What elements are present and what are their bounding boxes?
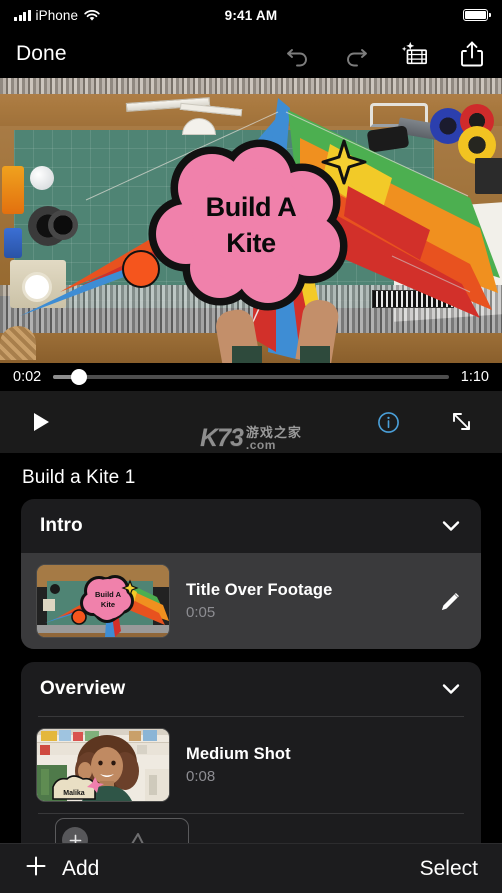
clip-meta-medium-shot: Medium Shot 0:08: [186, 745, 291, 785]
clip-name: Medium Shot: [186, 745, 291, 763]
select-button[interactable]: Select: [420, 857, 478, 881]
playback-scrubber[interactable]: 0:02 1:10: [0, 363, 502, 391]
add-clip-placeholder[interactable]: [55, 818, 189, 843]
film-sparkle-icon[interactable]: [400, 40, 428, 68]
add-button[interactable]: Add: [24, 854, 99, 884]
scrubber-track[interactable]: [53, 369, 449, 385]
malika-medium-shot-thumbnail: Malika: [36, 728, 170, 802]
status-bar: iPhone 9:41 AM: [0, 0, 502, 30]
current-time-label: 0:02: [13, 369, 42, 385]
clip-row-medium-shot[interactable]: Malika Medium Shot 0:08: [21, 717, 481, 813]
plus-icon: [24, 854, 48, 884]
add-button-label: Add: [62, 856, 100, 880]
total-time-label: 1:10: [460, 369, 489, 385]
video-frame: Build A Kite: [0, 78, 502, 363]
section-header-intro[interactable]: Intro: [21, 499, 481, 553]
storyboard-list[interactable]: Build a Kite 1 Intro Build A Kite Title …: [0, 453, 502, 843]
kite-title-thumbnail: Build A Kite: [36, 564, 170, 638]
bottom-toolbar: Add Select: [0, 843, 502, 893]
play-triangle-icon[interactable]: [26, 407, 56, 437]
playback-right-actions: [374, 408, 476, 436]
nav-actions: [284, 40, 486, 68]
section-header-overview[interactable]: Overview: [21, 662, 481, 716]
pencil-icon[interactable]: [437, 588, 463, 614]
section-title-overview: Overview: [40, 678, 126, 699]
video-preview[interactable]: Build A Kite: [0, 78, 502, 363]
placeholder-mountain-icon: [131, 833, 144, 843]
status-bar-right: [463, 9, 491, 21]
svg-text:Malika: Malika: [63, 790, 85, 797]
title-line-2: Kite: [226, 228, 276, 259]
scrubber-thumb[interactable]: [70, 369, 87, 385]
clip-row-title-over-footage[interactable]: Build A Kite Title Over Footage 0:05: [21, 553, 481, 649]
done-button[interactable]: Done: [16, 42, 67, 66]
navigation-toolbar: Done: [0, 30, 502, 78]
title-bubble: Build A Kite: [148, 139, 367, 311]
section-overview: Overview Malika Medium Shot 0:08: [21, 662, 481, 843]
svg-text:Build A: Build A: [95, 590, 122, 599]
title-line-1: Build A: [205, 192, 297, 223]
right-sleeve: [300, 346, 330, 363]
share-up-arrow-icon[interactable]: [458, 40, 486, 68]
expand-diagonal-arrows-icon[interactable]: [448, 408, 476, 436]
carrier-label: iPhone: [35, 7, 79, 23]
clip-name: Title Over Footage: [186, 581, 333, 599]
four-point-star-icon: [321, 139, 367, 185]
cellular-bars-icon: [14, 9, 31, 21]
left-sleeve: [232, 346, 262, 363]
clip-meta-title-over-footage: Title Over Footage 0:05: [186, 581, 332, 621]
clip-divider: [38, 813, 464, 814]
battery-full-icon: [463, 9, 491, 21]
playback-controls: [0, 391, 502, 453]
undo-arrow-icon[interactable]: [284, 40, 312, 68]
chevron-down-icon[interactable]: [440, 515, 462, 537]
clip-duration: 0:08: [186, 768, 216, 785]
page-title: Build a Kite 1: [22, 467, 136, 488]
clip-duration: 0:05: [186, 604, 216, 621]
section-intro: Intro Build A Kite Title Over Footage 0:…: [21, 499, 481, 649]
svg-text:Kite: Kite: [101, 600, 115, 609]
status-bar-left: iPhone: [14, 8, 100, 23]
chevron-down-icon[interactable]: [440, 678, 462, 700]
redo-arrow-icon[interactable]: [342, 40, 370, 68]
info-circle-icon[interactable]: [374, 408, 402, 436]
wifi-icon: [84, 9, 100, 21]
plus-circle-icon[interactable]: [62, 827, 88, 843]
section-title-intro: Intro: [40, 515, 83, 536]
